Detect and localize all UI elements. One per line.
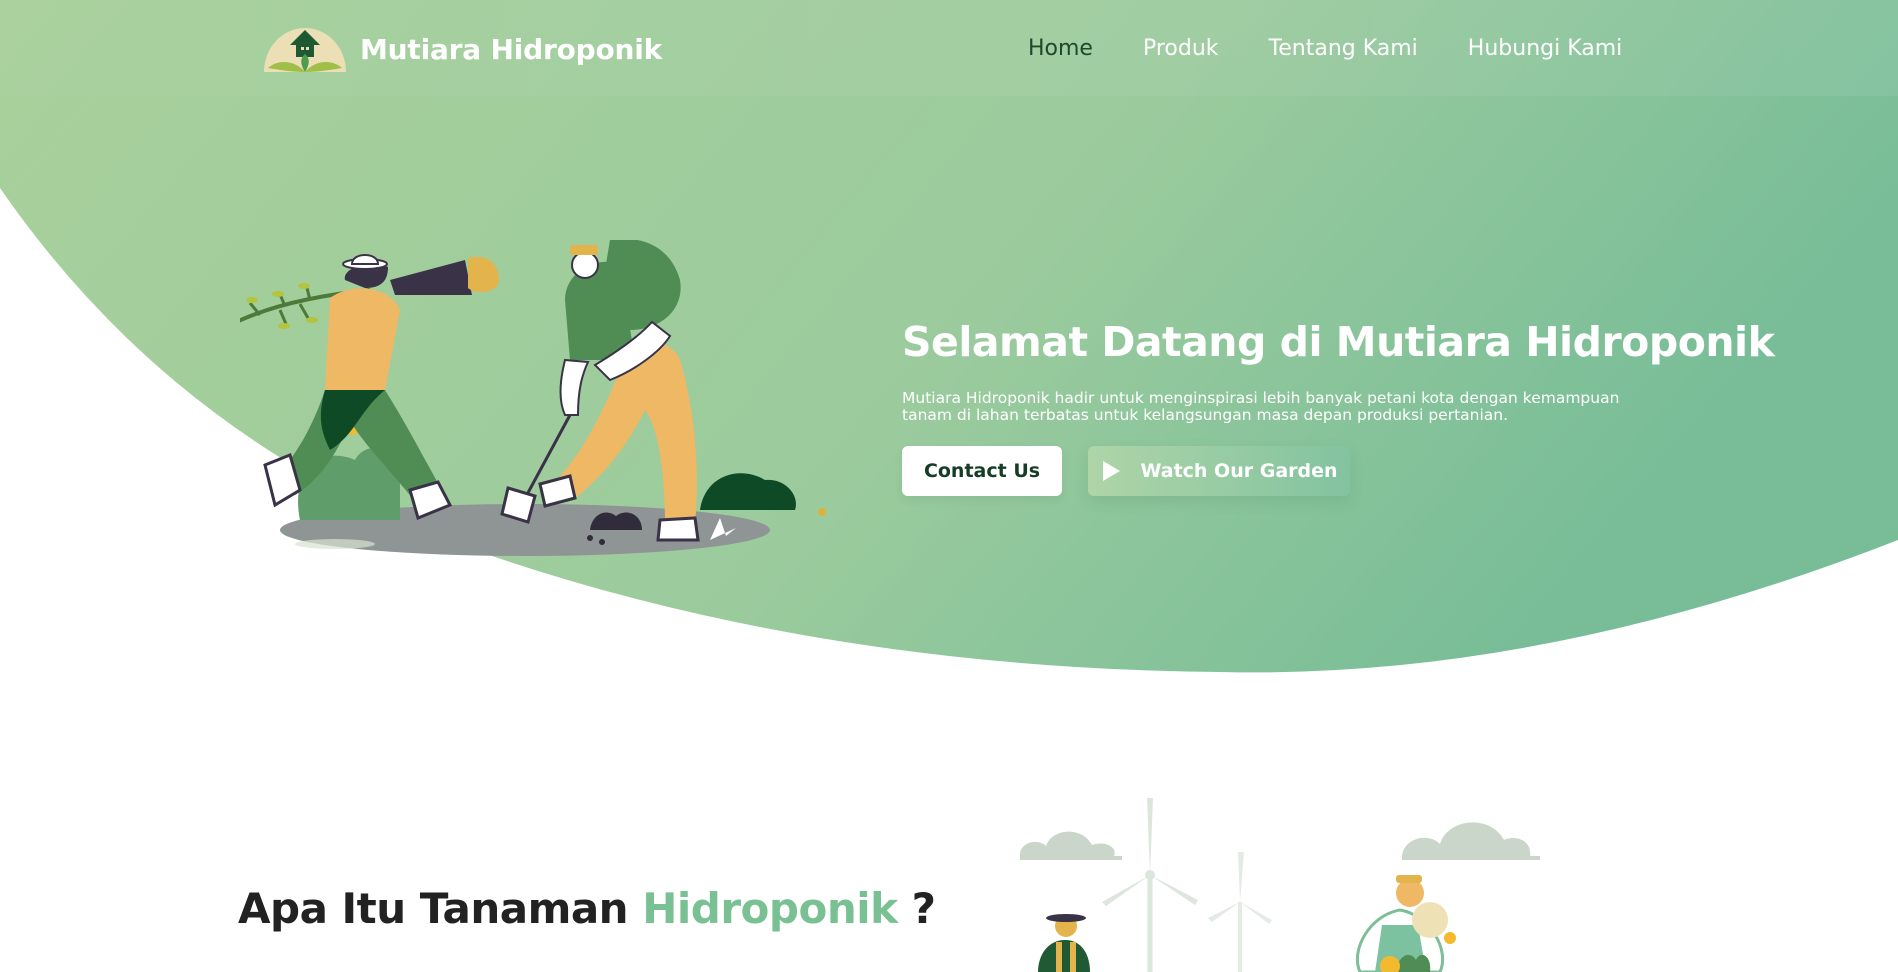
brand[interactable]: Mutiara Hidroponik xyxy=(262,24,662,74)
section-title: Apa Itu Tanaman Hidroponik ? xyxy=(238,884,936,933)
watch-our-garden-label: Watch Our Garden xyxy=(1140,460,1338,482)
navbar: Mutiara Hidroponik Home Produk Tentang K… xyxy=(0,0,1898,96)
hero-description: Mutiara Hidroponik hadir untuk menginspi… xyxy=(902,389,1620,424)
play-icon xyxy=(1103,461,1121,481)
greenhouse-leaf-logo-icon xyxy=(264,28,346,72)
nav-item-tentang-kami[interactable]: Tentang Kami xyxy=(1269,36,1418,61)
nav-links: Home Produk Tentang Kami Hubungi Kami xyxy=(1028,36,1672,61)
brand-name: Mutiara Hidroponik xyxy=(360,32,663,66)
nav-item-produk[interactable]: Produk xyxy=(1143,36,1219,61)
hero-buttons: Contact Us Watch Our Garden xyxy=(902,446,1642,496)
watch-our-garden-button[interactable]: Watch Our Garden xyxy=(1088,446,1350,496)
section-title-prefix: Apa Itu Tanaman xyxy=(238,884,629,933)
section-title-suffix: ? xyxy=(911,884,936,933)
section-title-accent: Hidroponik xyxy=(642,884,898,933)
nav-item-home[interactable]: Home xyxy=(1028,36,1093,61)
contact-us-button[interactable]: Contact Us xyxy=(902,446,1062,496)
hero-content: Selamat Datang di Mutiara Hidroponik Mut… xyxy=(902,318,1775,496)
wind-turbines-farmers-illustration xyxy=(1020,798,1540,972)
hero-title: Selamat Datang di Mutiara Hidroponik xyxy=(902,318,1775,366)
nav-item-hubungi-kami[interactable]: Hubungi Kami xyxy=(1468,36,1622,61)
farmers-planting-illustration xyxy=(240,240,826,556)
